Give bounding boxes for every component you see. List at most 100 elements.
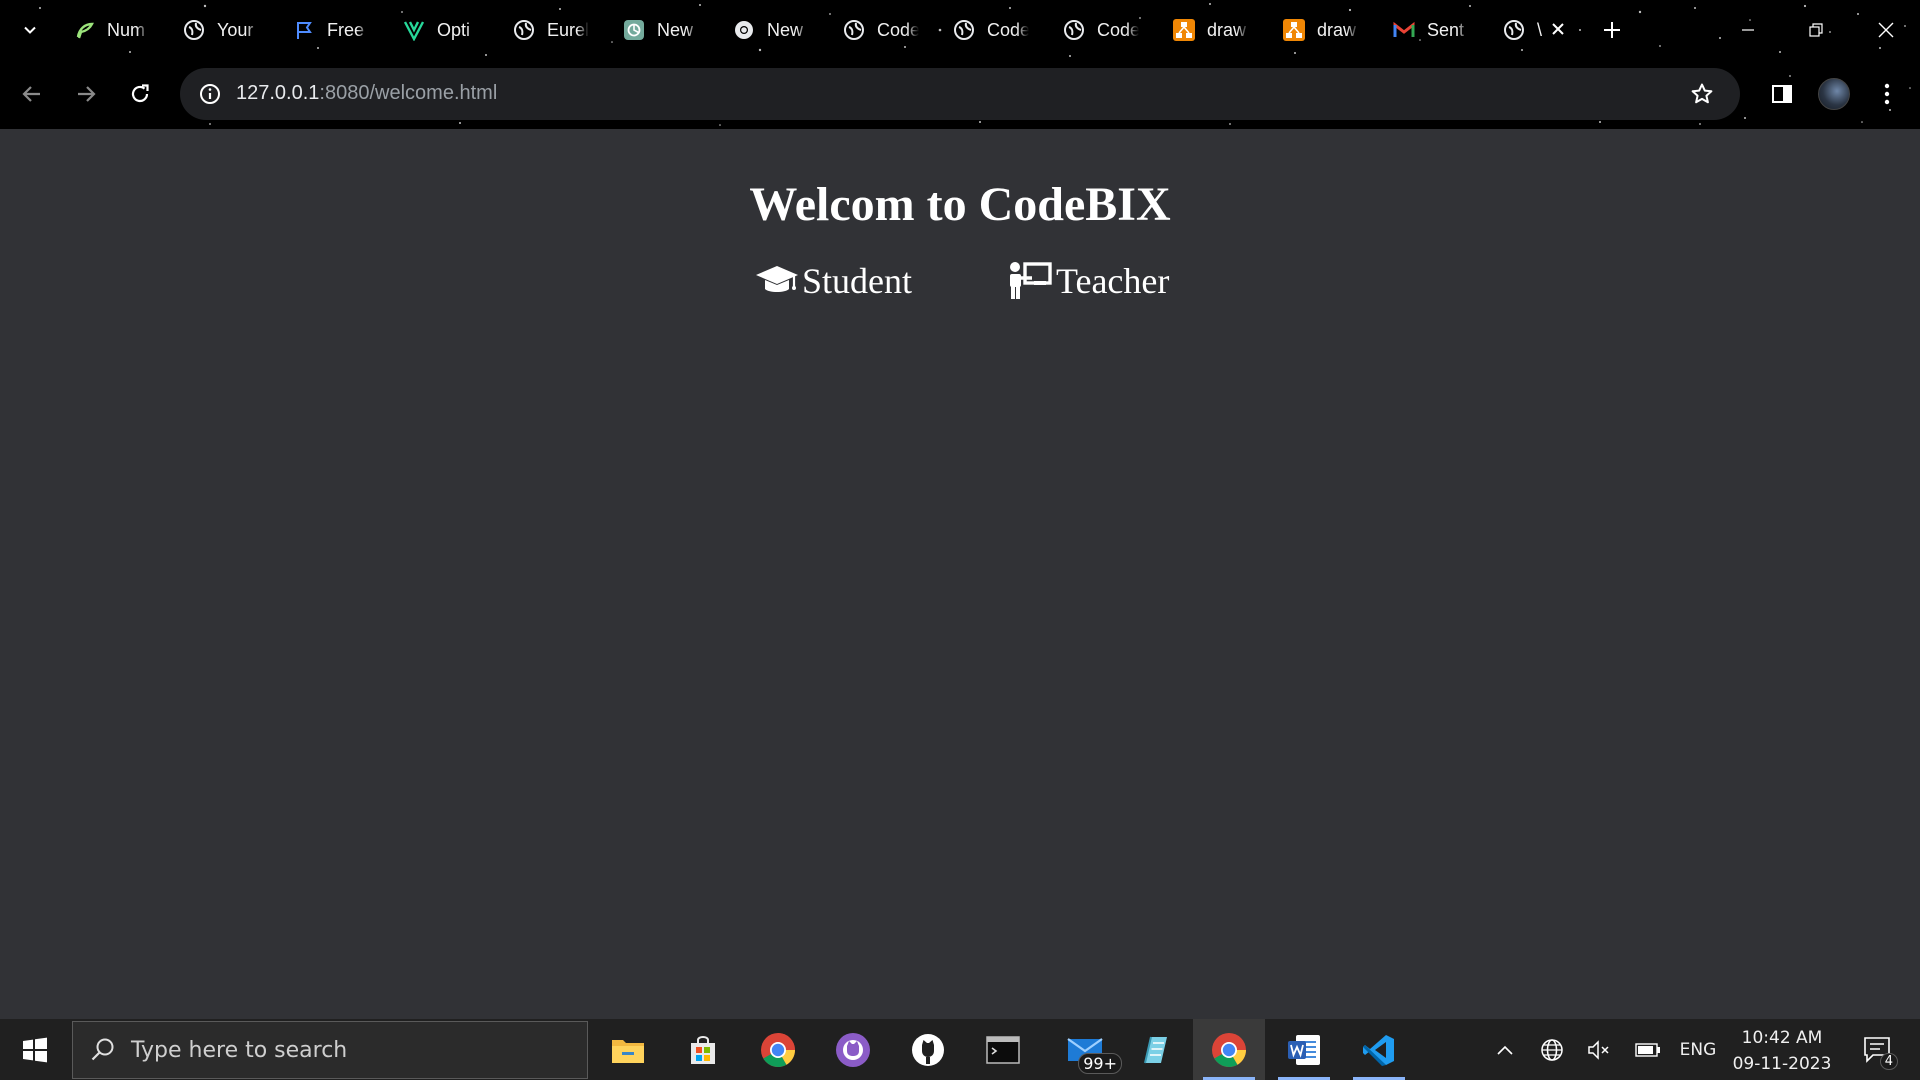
chevron-down-icon <box>24 26 36 34</box>
file-explorer-app[interactable] <box>592 1019 664 1080</box>
folder-icon <box>612 1039 644 1063</box>
new-tab-button[interactable] <box>1598 16 1626 44</box>
tab-11[interactable]: draw <box>1160 10 1268 50</box>
site-info-button[interactable] <box>194 78 226 110</box>
close-window-button[interactable] <box>1866 14 1906 46</box>
reload-icon <box>131 84 149 103</box>
tab-13[interactable]: Sent <box>1380 10 1488 50</box>
github-desktop-app[interactable] <box>817 1019 889 1080</box>
restore-icon <box>1809 23 1823 37</box>
globe-icon <box>1541 1038 1563 1061</box>
gmail-icon <box>1392 18 1416 42</box>
close-icon <box>1878 22 1894 38</box>
minimize-button[interactable] <box>1728 14 1768 46</box>
profile-avatar[interactable] <box>1818 78 1850 110</box>
tab-5[interactable]: Eurel <box>500 10 608 50</box>
student-label: Student <box>802 261 913 301</box>
globe-icon <box>512 18 536 42</box>
globe-icon <box>1502 18 1526 42</box>
tab-label: \ <box>1537 19 1543 40</box>
tab-search-button[interactable] <box>14 14 46 46</box>
tab-10[interactable]: Code <box>1050 10 1158 50</box>
tab-label: draw <box>1317 19 1357 40</box>
start-button[interactable] <box>0 1019 70 1080</box>
forward-button[interactable] <box>68 76 104 112</box>
tab-label: Your <box>217 19 254 40</box>
tab-14-active[interactable]: \ <box>1490 10 1546 50</box>
clock[interactable]: 10:42 AM 09-11-2023 <box>1718 1025 1846 1077</box>
close-icon <box>1552 23 1564 35</box>
battery-button[interactable] <box>1628 1019 1668 1080</box>
mail-badge: 99+ <box>1078 1053 1122 1074</box>
tab-label: New <box>767 19 804 40</box>
tab-2[interactable]: Your <box>170 10 278 50</box>
graduation-cap-icon <box>754 263 800 299</box>
tab-label: Sent <box>1427 19 1465 40</box>
tab-7[interactable]: New <box>720 10 828 50</box>
tab-label: Code <box>1097 19 1139 40</box>
browser-toolbar: 127.0.0.1:8080/welcome.html <box>0 62 1920 129</box>
address-bar[interactable]: 127.0.0.1:8080/welcome.html <box>180 68 1740 120</box>
tab-label: Free <box>327 19 365 40</box>
volume-button[interactable] <box>1580 1019 1618 1080</box>
vscode-icon <box>1363 1034 1394 1066</box>
student-link[interactable]: Student <box>754 259 912 303</box>
back-button[interactable] <box>14 76 50 112</box>
page-content: Welcom to CodeBIX Student Teacher <box>0 129 1920 1019</box>
tab-6[interactable]: New <box>610 10 718 50</box>
chrome-app[interactable] <box>742 1019 814 1080</box>
notepad-app[interactable] <box>1118 1019 1190 1080</box>
action-center-button[interactable]: 4 <box>1852 1019 1904 1080</box>
chrome-menu-button[interactable] <box>1872 76 1902 112</box>
globe-icon <box>952 18 976 42</box>
flag-icon <box>292 18 316 42</box>
show-hidden-icons-button[interactable] <box>1486 1019 1524 1080</box>
tab-8[interactable]: Code <box>830 10 938 50</box>
tab-label: New <box>657 19 694 40</box>
tab-label: Eurel <box>547 19 589 40</box>
minimize-icon <box>1742 29 1754 31</box>
fern-icon <box>72 18 96 42</box>
word-app[interactable] <box>1268 1019 1340 1080</box>
word-icon <box>1288 1034 1320 1065</box>
browser-frame: Num Your Free Opti Eurel New New Code Co… <box>0 0 1920 129</box>
side-panel-icon <box>1772 85 1792 103</box>
language-label: ENG <box>1679 1039 1717 1060</box>
search-icon <box>89 1036 117 1064</box>
globe-icon <box>182 18 206 42</box>
windows-taskbar: Type here to search 99+ ENG 10:42 AM 09-… <box>0 1019 1920 1080</box>
tab-1[interactable]: Num <box>60 10 168 50</box>
taskbar-search-box[interactable]: Type here to search <box>72 1021 588 1079</box>
close-tab-button[interactable] <box>1547 17 1569 41</box>
vscode-app[interactable] <box>1343 1019 1415 1080</box>
chrome-icon <box>1212 1032 1246 1067</box>
url-path: :8080/welcome.html <box>319 82 498 104</box>
microsoft-store-app[interactable] <box>667 1019 739 1080</box>
side-panel-button[interactable] <box>1764 76 1800 112</box>
chrome-app-active[interactable] <box>1193 1019 1265 1080</box>
url-host: 127.0.0.1 <box>236 82 320 104</box>
terminal-icon <box>986 1035 1020 1064</box>
store-icon <box>691 1035 715 1064</box>
clock-date: 09-11-2023 <box>1732 1054 1832 1074</box>
plus-icon <box>1604 22 1620 38</box>
tab-12[interactable]: draw <box>1270 10 1378 50</box>
reload-button[interactable] <box>122 76 158 112</box>
more-vert-icon <box>1884 83 1890 105</box>
tab-9[interactable]: Code <box>940 10 1048 50</box>
page-title: Welcom to CodeBIX <box>749 178 1171 231</box>
network-button[interactable] <box>1533 1019 1571 1080</box>
mail-app[interactable]: 99+ <box>1048 1019 1124 1080</box>
tab-3[interactable]: Free <box>280 10 388 50</box>
bookmark-button[interactable] <box>1688 80 1716 108</box>
star-icon <box>1691 83 1713 104</box>
openai-icon <box>622 18 646 42</box>
teacher-link[interactable]: Teacher <box>1006 259 1169 303</box>
arrow-right-icon <box>78 86 96 102</box>
language-indicator[interactable]: ENG <box>1674 1019 1722 1080</box>
teacher-board-icon <box>1006 261 1054 301</box>
restore-button[interactable] <box>1796 14 1836 46</box>
tab-4[interactable]: Opti <box>390 10 498 50</box>
terminal-app[interactable] <box>967 1019 1039 1080</box>
github-app[interactable] <box>892 1019 964 1080</box>
